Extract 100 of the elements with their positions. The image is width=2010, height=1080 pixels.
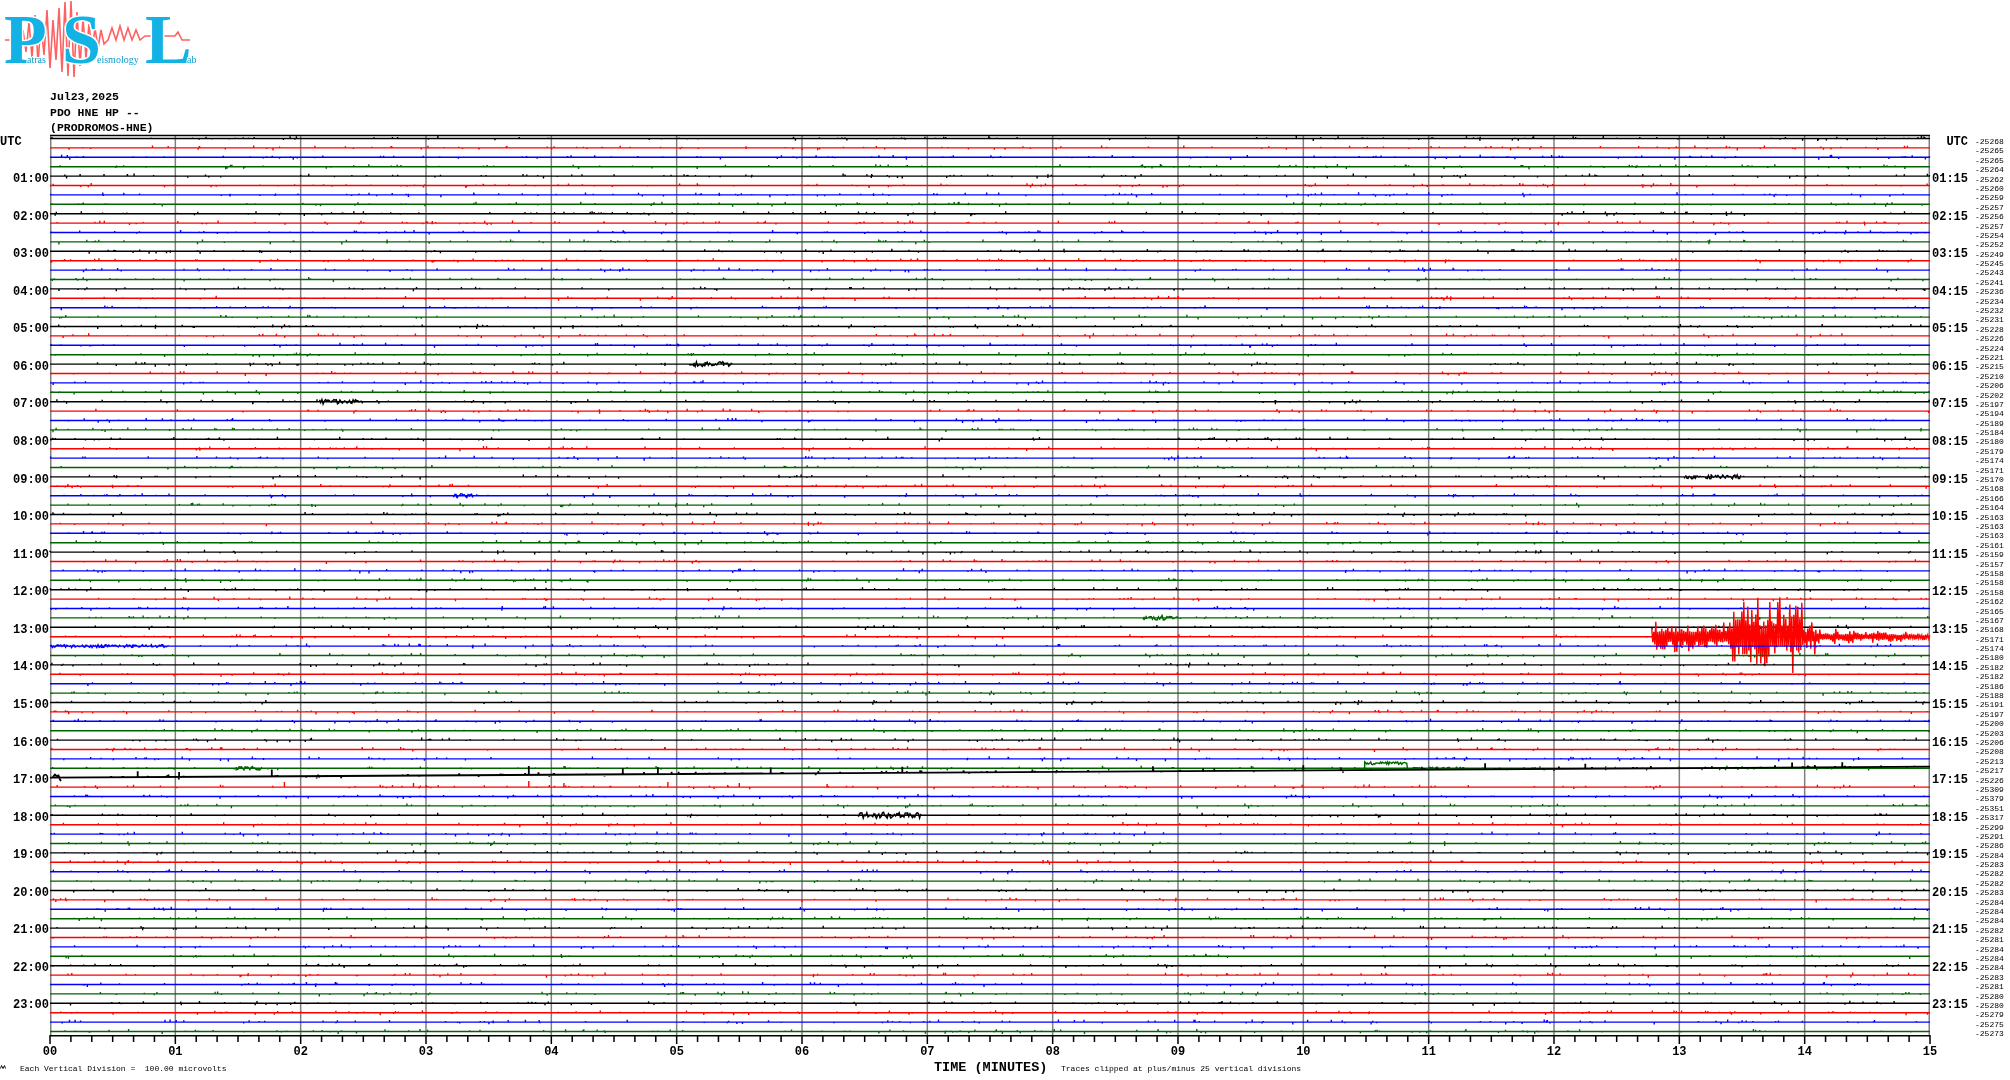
hour-label: 08:00 — [13, 436, 49, 448]
tick-label: 12 — [1546, 1045, 1562, 1059]
hour-label: 23:00 — [13, 999, 49, 1012]
trace-offset-label: -25206 — [1975, 381, 2004, 391]
hour-label: 22:00 — [13, 961, 49, 974]
end-time-label: 11:15 — [1932, 548, 1968, 561]
trace-offset-label: -25168 — [1975, 625, 2004, 635]
trace-offset-label: -25280 — [1975, 991, 2004, 1001]
trace-offset-label: -25163 — [1975, 522, 2004, 531]
trace-offset-label: -25210 — [1975, 371, 2004, 381]
end-time-label: 19:15 — [1932, 849, 1968, 862]
hour-label: 04:00 — [13, 285, 49, 298]
trace-offset-label: -25309 — [1975, 784, 2004, 794]
trace-offset-label: -25284 — [1975, 953, 2004, 963]
trace-offset-label: -25184 — [1975, 428, 2004, 438]
trace-offset-label: -25265 — [1975, 146, 2004, 156]
trace-offset-label: -25206 — [1975, 738, 2004, 747]
mark-icon — [0, 1065, 6, 1069]
trace-offset-label: -25299 — [1975, 822, 2004, 832]
trace-offset-label: -25182 — [1975, 662, 2004, 672]
end-time-label: 13:15 — [1932, 623, 1968, 636]
channel-label: PDO HNE HP -- — [50, 104, 140, 120]
trace-offset-label: -25191 — [1975, 700, 2004, 710]
trace-offset-label: -25254 — [1975, 230, 2004, 240]
trace-offset-label: -25171 — [1975, 634, 2004, 644]
end-time-label: 01:15 — [1932, 173, 1968, 186]
trace-offset-label: -25224 — [1975, 343, 2004, 353]
end-time-label: 02:15 — [1932, 210, 1968, 223]
station-label: (PRODROMOS-HNE) — [50, 120, 154, 136]
trace-offset-label: -25174 — [1975, 456, 2004, 466]
date-label: Jul23,2025 — [50, 89, 119, 105]
trace-offset-label: -25228 — [1975, 324, 2004, 334]
trace-offset-label: -25282 — [1975, 878, 2004, 888]
trace-offset-label: -25163 — [1975, 512, 2004, 522]
trace-offset-label: -25257 — [1975, 221, 2004, 231]
trace-offset-label: -25166 — [1975, 493, 2004, 503]
trace-offset-label: -25171 — [1975, 465, 2004, 475]
trace-offset-label: -25170 — [1975, 475, 2004, 485]
trace-offset-label: -25182 — [1975, 672, 2004, 682]
trace-offset-label: -25179 — [1975, 446, 2004, 456]
trace-offset-label: -25162 — [1975, 597, 2004, 607]
trace-offset-label: -25262 — [1975, 174, 2004, 184]
trace-offset-label: -25226 — [1975, 334, 2004, 344]
tick-label: 08 — [1045, 1045, 1060, 1059]
tick-label: 03 — [418, 1045, 434, 1059]
tick-label: 02 — [293, 1045, 308, 1059]
hour-label: 01:00 — [13, 173, 49, 186]
trace-offset-label: -25273 — [1975, 1029, 2004, 1039]
trace-offset-label: -25259 — [1975, 193, 2004, 203]
tick-label: 00 — [42, 1045, 58, 1059]
trace-offset-label: -25232 — [1975, 306, 2004, 315]
hour-label: 15:00 — [13, 698, 49, 711]
hour-label: 09:00 — [13, 473, 49, 486]
trace-offset-label: -25241 — [1975, 277, 2004, 287]
trace-offset-label: -25282 — [1975, 869, 2004, 879]
trace-offset-label: -25282 — [1975, 925, 2004, 935]
hour-label: 06:00 — [13, 360, 49, 373]
trace-offset-label: -25158 — [1975, 587, 2004, 597]
end-time-label: 22:15 — [1932, 961, 1968, 974]
trace-offset-label: -25245 — [1975, 259, 2004, 269]
hour-label: 10:00 — [13, 511, 49, 524]
trace-offset-label: -25165 — [1975, 606, 2004, 616]
end-time-label: 08:15 — [1932, 436, 1968, 448]
end-time-label: 15:15 — [1932, 698, 1968, 711]
hour-label: 19:00 — [13, 849, 49, 862]
trace-offset-label: -25286 — [1975, 841, 2004, 851]
trace-offset-label: -25188 — [1975, 691, 2004, 701]
tick-label: 10 — [1296, 1045, 1311, 1059]
trace-offset-label: -25284 — [1975, 897, 2004, 907]
trace-offset-label: -25197 — [1975, 709, 2004, 719]
end-time-label: 09:15 — [1932, 473, 1968, 486]
trace-offset-label: -25197 — [1975, 399, 2004, 409]
tick-label: 05 — [669, 1045, 684, 1059]
trace-offset-label: -25257 — [1975, 202, 2004, 212]
clip-note: Traces clipped at plus/minus 25 vertical divisions — [1061, 1064, 1302, 1073]
end-time-label: 16:15 — [1932, 736, 1968, 749]
trace-offset-label: -25351 — [1975, 803, 2004, 813]
hour-label: 21:00 — [13, 924, 49, 937]
trace-offset-label: -25180 — [1975, 653, 2004, 663]
trace-offset-label: -25164 — [1975, 503, 2004, 513]
trace-offset-label: -25280 — [1975, 1000, 2004, 1010]
axis-title: TIME (MINUTES) — [934, 1060, 1048, 1075]
hour-label: 16:00 — [13, 736, 49, 749]
trace-offset-label: -25283 — [1975, 860, 2004, 870]
hour-label: 20:00 — [13, 886, 49, 899]
trace-offset-label: -25284 — [1975, 850, 2004, 860]
trace-offset-label: -25157 — [1975, 559, 2004, 569]
trace-offset-label: -25284 — [1975, 963, 2004, 973]
tick-label: 11 — [1421, 1045, 1436, 1059]
scale-note: Each Vertical Division = 100.00 microvolts — [20, 1064, 227, 1073]
hour-label: 18:00 — [13, 811, 49, 824]
trace-offset-label: -25291 — [1975, 831, 2004, 841]
trace-offset-label: -25252 — [1975, 240, 2004, 250]
trace-offset-label: -25202 — [1975, 390, 2004, 400]
hour-label: 05:00 — [13, 323, 49, 336]
trace-offset-label: -25264 — [1975, 165, 2004, 175]
tick-label: 06 — [794, 1045, 810, 1059]
hour-label: UTC — [0, 135, 22, 148]
trace-offset-label: -25208 — [1975, 747, 2004, 757]
trace-offset-label: -25215 — [1975, 362, 2004, 372]
